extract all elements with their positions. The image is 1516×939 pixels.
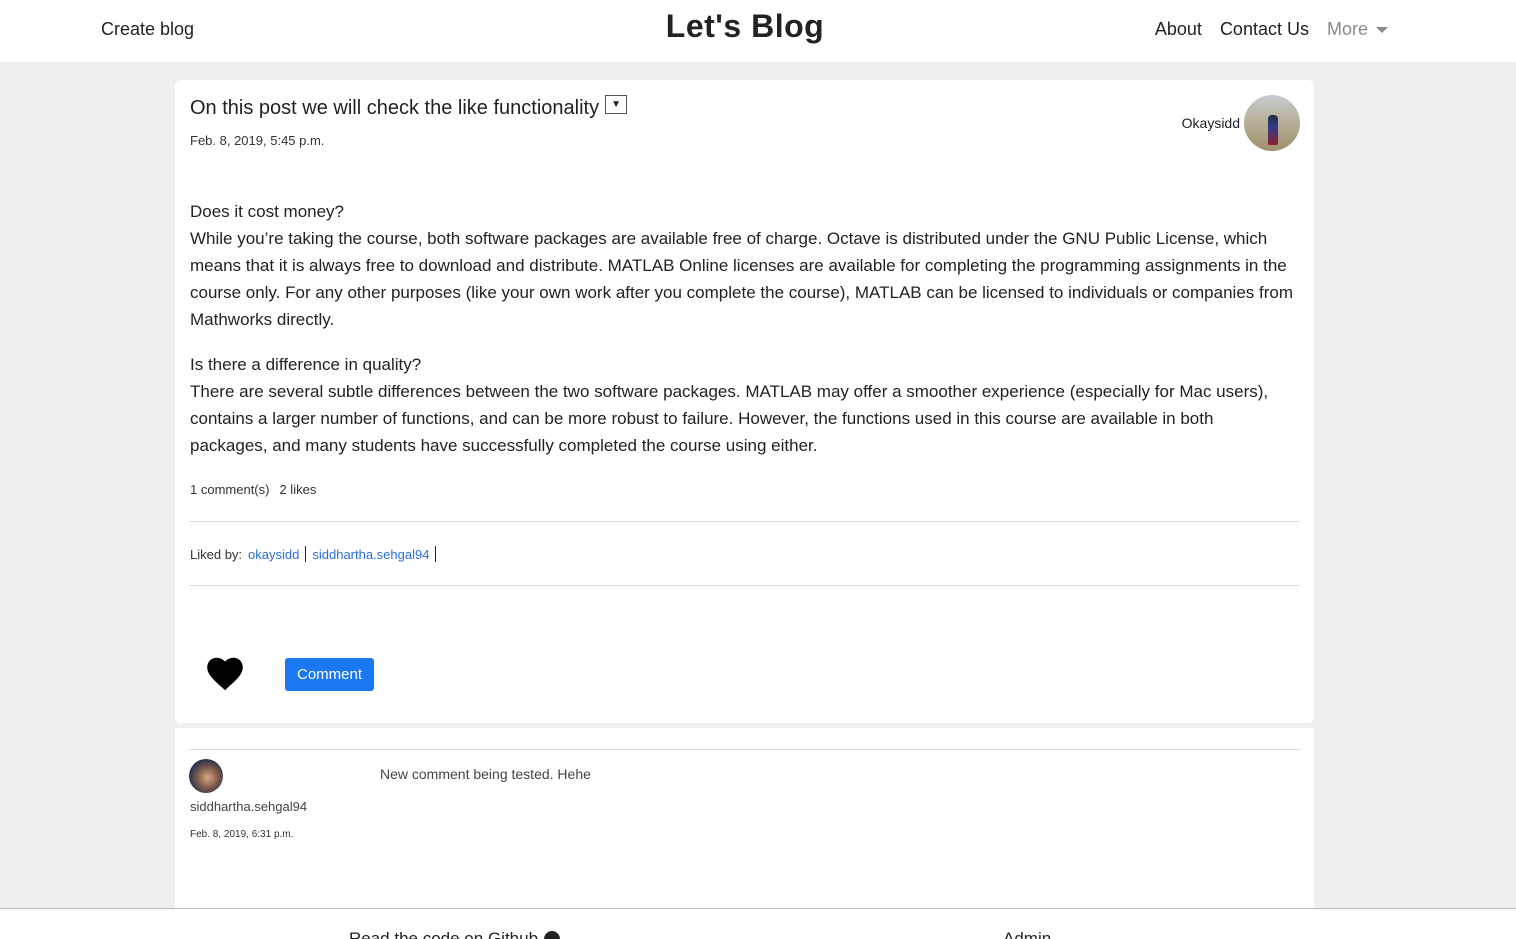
separator xyxy=(305,546,307,562)
github-link[interactable]: Read the code on Github xyxy=(349,929,561,939)
post-body: Does it cost money? While you’re taking … xyxy=(190,198,1295,477)
comments-section: siddhartha.sehgal94 Feb. 8, 2019, 6:31 p… xyxy=(175,728,1314,909)
post-paragraph: Does it cost money? While you’re taking … xyxy=(190,202,1293,329)
nav-links: About Contact Us More xyxy=(1155,19,1388,40)
heart-icon[interactable] xyxy=(206,657,244,691)
admin-link[interactable]: Admin xyxy=(1003,929,1051,939)
navbar: Create blog Let's Blog About Contact Us … xyxy=(0,0,1516,62)
post-date: Feb. 8, 2019, 5:45 p.m. xyxy=(190,133,325,148)
post-paragraph: Is there a difference in quality? There … xyxy=(190,355,1269,455)
post-options-dropdown[interactable]: ▼ xyxy=(605,95,628,114)
separator xyxy=(435,546,437,562)
post-stats: 1 comment(s) 2 likes xyxy=(190,482,316,497)
liked-by-user-link[interactable]: siddhartha.sehgal94 xyxy=(312,547,429,562)
nav-contact-link[interactable]: Contact Us xyxy=(1220,19,1309,40)
comments-count[interactable]: 1 comment(s) xyxy=(190,482,269,497)
footer: Read the code on Github Admin xyxy=(0,908,1516,939)
comment-text: New comment being tested. Hehe xyxy=(380,766,591,782)
author-avatar xyxy=(1244,95,1300,151)
nav-about-link[interactable]: About xyxy=(1155,19,1202,40)
github-label: Read the code on Github xyxy=(349,929,539,939)
divider xyxy=(189,585,1300,586)
avatar xyxy=(189,759,223,793)
nav-more-dropdown[interactable]: More xyxy=(1327,19,1388,40)
comment-author[interactable]: siddhartha.sehgal94 xyxy=(190,799,307,814)
post-title-row: On this post we will check the like func… xyxy=(190,95,628,120)
chevron-down-icon xyxy=(1376,26,1388,33)
likes-count: 2 likes xyxy=(279,482,317,497)
divider xyxy=(189,521,1300,522)
post-title: On this post we will check the like func… xyxy=(190,97,600,119)
comment-date: Feb. 8, 2019, 6:31 p.m. xyxy=(190,829,294,840)
nav-more-label: More xyxy=(1326,19,1368,39)
liked-by-row: Liked by: okaysidd siddhartha.sehgal94 xyxy=(190,546,437,562)
author-name: Okaysidd xyxy=(1181,115,1240,131)
post-author[interactable]: Okaysidd xyxy=(1182,95,1300,151)
github-icon xyxy=(544,931,561,939)
post-card: On this post we will check the like func… xyxy=(175,80,1314,723)
comment-button[interactable]: Comment xyxy=(285,658,374,691)
liked-by-label: Liked by: xyxy=(190,546,243,562)
liked-by-user-link[interactable]: okaysidd xyxy=(248,547,299,562)
divider xyxy=(189,749,1300,750)
